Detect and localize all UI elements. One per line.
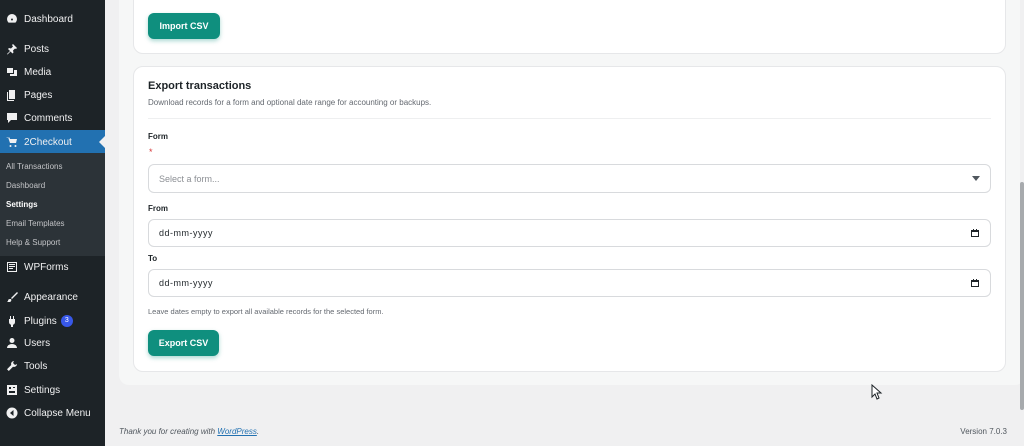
menu-pages[interactable]: Pages [0, 83, 105, 107]
menu-label: Users [24, 337, 51, 349]
menu-label: Posts [24, 43, 50, 55]
calendar-icon[interactable] [970, 228, 980, 238]
menu-label: Media [24, 66, 52, 78]
menu-dashboard[interactable]: Dashboard [0, 7, 105, 31]
scrollbar-thumb[interactable] [1020, 182, 1024, 410]
form-icon [5, 260, 19, 274]
calendar-icon[interactable] [970, 278, 980, 288]
update-count-badge: 3 [60, 315, 73, 327]
export-csv-button[interactable]: Export CSV [148, 330, 219, 356]
wrench-icon [5, 359, 19, 373]
menu-media[interactable]: Media [0, 60, 105, 84]
dropdown-caret-icon [972, 176, 980, 181]
from-date-input[interactable]: dd-mm-yyyy [148, 219, 991, 247]
admin-sidebar: Dashboard Posts Media Pages Comments 2Ch… [0, 0, 105, 446]
menu-label: Collapse Menu [24, 407, 91, 419]
footer-credit: Thank you for creating with WordPress. [119, 427, 259, 436]
import-csv-button[interactable]: Import CSV [148, 13, 220, 39]
export-title: Export transactions [148, 80, 252, 92]
menu-users[interactable]: Users [0, 331, 105, 355]
cart-icon [5, 135, 19, 149]
menu-label: 2Checkout [24, 136, 72, 148]
2checkout-submenu: All Transactions Dashboard Settings Emai… [0, 153, 105, 256]
export-description: Download records for a form and optional… [148, 98, 432, 107]
collapse-menu-button[interactable]: Collapse Menu [0, 401, 105, 425]
submenu-help-support[interactable]: Help & Support [6, 234, 60, 252]
import-card [133, 0, 1006, 54]
menu-label: Plugins [24, 315, 57, 327]
required-marker: * [149, 147, 153, 157]
submenu-dashboard[interactable]: Dashboard [6, 177, 45, 195]
footer-thanks-suffix: . [256, 427, 260, 436]
menu-label: Dashboard [24, 13, 73, 25]
wordpress-link[interactable]: WordPress [217, 427, 257, 436]
submenu-email-templates[interactable]: Email Templates [6, 215, 65, 233]
menu-2checkout[interactable]: 2Checkout [0, 130, 105, 154]
comment-icon [5, 111, 19, 125]
menu-plugins[interactable]: Plugins 3 [0, 309, 105, 333]
brush-icon [5, 290, 19, 304]
settings-icon [5, 383, 19, 397]
export-hint: Leave dates empty to export all availabl… [148, 307, 384, 316]
plugin-icon [5, 314, 19, 328]
form-select[interactable]: Select a form... [148, 164, 991, 193]
menu-posts[interactable]: Posts [0, 37, 105, 61]
from-label: From [148, 204, 168, 213]
collapse-icon [5, 406, 19, 420]
section-divider [148, 118, 991, 119]
version-text: Version 7.0.3 [960, 427, 1007, 436]
to-date-value: dd-mm-yyyy [159, 278, 213, 288]
mouse-cursor-icon [871, 384, 883, 400]
form-label: Form [148, 132, 168, 141]
menu-tools[interactable]: Tools [0, 354, 105, 378]
main-content: Import CSV Export transactions Download … [105, 0, 1024, 446]
menu-label: Comments [24, 112, 73, 124]
menu-label: WPForms [24, 261, 69, 273]
from-date-value: dd-mm-yyyy [159, 228, 213, 238]
menu-label: Settings [24, 384, 61, 396]
to-date-input[interactable]: dd-mm-yyyy [148, 269, 991, 297]
pages-icon [5, 88, 19, 102]
menu-comments[interactable]: Comments [0, 106, 105, 130]
menu-wpforms[interactable]: WPForms [0, 255, 105, 279]
menu-settings[interactable]: Settings [0, 378, 105, 402]
form-select-placeholder: Select a form... [159, 173, 220, 184]
footer-thanks-prefix: Thank you for creating with [119, 427, 218, 436]
to-label: To [148, 254, 158, 263]
menu-label: Appearance [24, 291, 78, 303]
media-icon [5, 65, 19, 79]
submenu-settings[interactable]: Settings [6, 196, 38, 214]
page-scrollbar[interactable] [1020, 0, 1024, 446]
menu-appearance[interactable]: Appearance [0, 285, 105, 309]
menu-label: Tools [24, 360, 48, 372]
menu-label: Pages [24, 89, 53, 101]
pin-icon [5, 42, 19, 56]
user-icon [5, 336, 19, 350]
submenu-all-transactions[interactable]: All Transactions [6, 158, 62, 176]
dashboard-icon [5, 12, 19, 26]
